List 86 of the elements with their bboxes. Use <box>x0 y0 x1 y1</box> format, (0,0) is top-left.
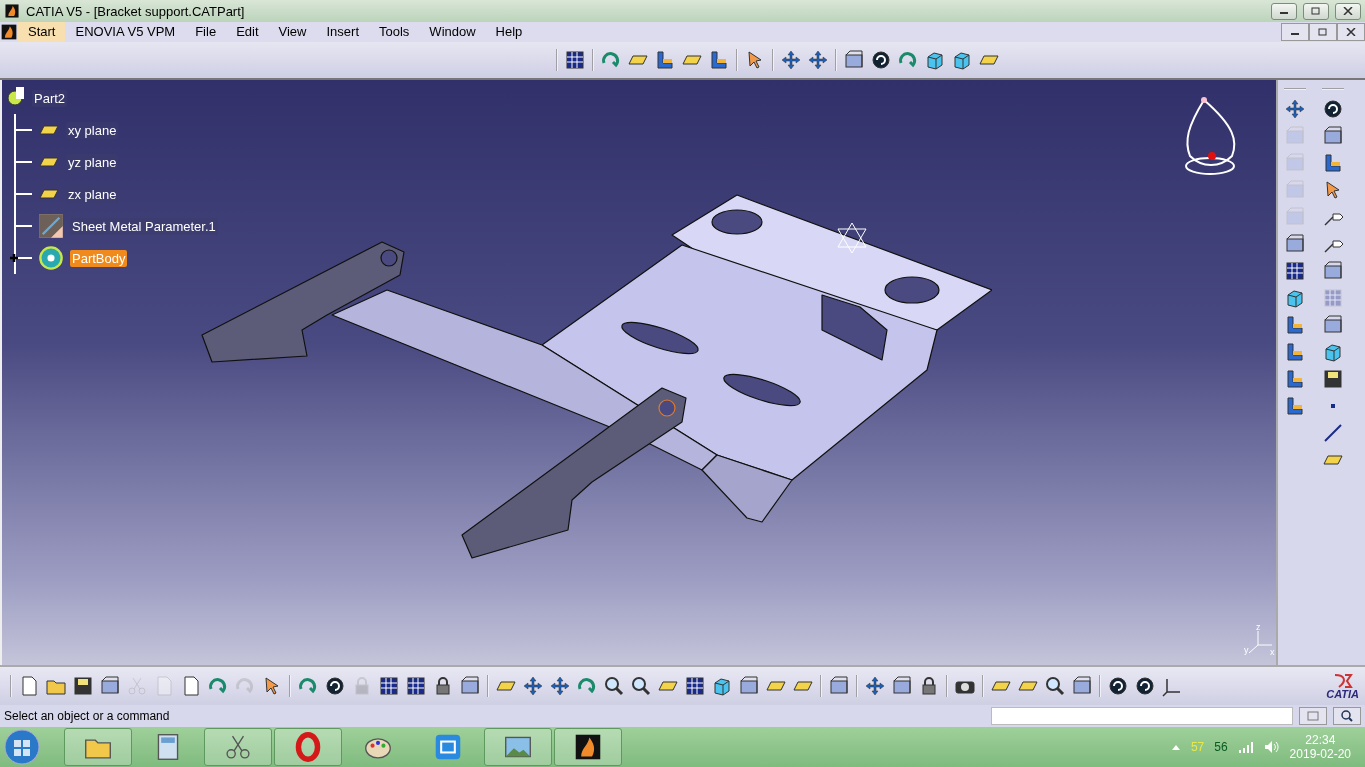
status-message: Select an object or a command <box>4 709 171 723</box>
grid-icon[interactable] <box>405 675 427 697</box>
tree-item[interactable]: Part2 <box>32 89 68 107</box>
four-way-arrows-icon[interactable] <box>1284 98 1306 120</box>
sheet-bracket-icon[interactable] <box>708 49 730 71</box>
box-icon[interactable] <box>1322 260 1344 282</box>
sheet-bracket-icon[interactable] <box>1284 341 1306 363</box>
magnifier-icon[interactable] <box>603 675 625 697</box>
sheet-bracket-icon[interactable] <box>1284 395 1306 417</box>
grid-icon[interactable] <box>684 675 706 697</box>
grid-icon[interactable] <box>1284 260 1306 282</box>
window-icon <box>1307 711 1319 721</box>
sheet-bracket-icon[interactable] <box>1322 152 1344 174</box>
search-icon <box>1341 710 1353 722</box>
box-icon[interactable] <box>99 675 121 697</box>
close-icon <box>1346 28 1356 36</box>
cube-icon[interactable] <box>1284 287 1306 309</box>
box-icon[interactable] <box>1322 314 1344 336</box>
command-field[interactable] <box>991 707 1293 725</box>
flame-icon <box>573 732 603 762</box>
restore-icon <box>1311 7 1321 15</box>
parameter-icon <box>38 213 64 239</box>
menu-item[interactable]: Insert <box>316 22 369 42</box>
swirl-icon[interactable] <box>324 675 346 697</box>
tray-reading: 57 <box>1190 740 1205 754</box>
clock-date: 2019-02-20 <box>1289 747 1351 761</box>
swirl-icon[interactable] <box>1322 98 1344 120</box>
four-way-arrows-icon[interactable] <box>807 49 829 71</box>
box-icon[interactable] <box>891 675 913 697</box>
window-title: CATIA V5 - [Bracket support.CATPart] <box>26 3 246 19</box>
logo-text: CATIA <box>1326 688 1359 700</box>
cube-icon[interactable] <box>1322 341 1344 363</box>
four-way-arrows-icon[interactable] <box>522 675 544 697</box>
box-icon[interactable] <box>738 675 760 697</box>
menu-item[interactable]: View <box>268 22 317 42</box>
restore-icon <box>1318 28 1328 36</box>
menu-item[interactable]: Start <box>18 22 66 42</box>
app-icon <box>4 3 20 19</box>
close-button[interactable] <box>1335 2 1361 20</box>
menu-item[interactable]: Help <box>485 22 533 42</box>
cube-icon[interactable] <box>951 49 973 71</box>
four-way-arrows-icon[interactable] <box>549 675 571 697</box>
menu-item[interactable]: Window <box>419 22 486 42</box>
3d-viewport[interactable]: Part2 xy plane yz plane zx plane Sheet Metal Parameter.1 PartBody z y x <box>0 80 1276 665</box>
swirl-icon[interactable] <box>870 49 892 71</box>
sheet-bracket-icon[interactable] <box>1284 368 1306 390</box>
box-icon[interactable] <box>843 49 865 71</box>
box-icon[interactable] <box>1284 233 1306 255</box>
screen-capture-icon <box>433 732 463 762</box>
close-icon <box>1343 7 1353 15</box>
four-way-arrows-icon[interactable] <box>780 49 802 71</box>
clock-time: 22:34 <box>1305 733 1336 747</box>
close-button[interactable] <box>1337 23 1365 41</box>
menu-item[interactable]: Edit <box>226 22 269 42</box>
axis-triad-drawing: z y x <box>1242 623 1276 657</box>
cube-icon[interactable] <box>711 675 733 697</box>
cube-icon[interactable] <box>924 49 946 71</box>
start-orb-icon[interactable] <box>2 728 42 766</box>
taskbar-button[interactable] <box>554 728 622 766</box>
line-icon[interactable] <box>1322 422 1344 444</box>
sheet-bracket-icon[interactable] <box>654 49 676 71</box>
tree-item[interactable]: xy plane <box>66 121 119 139</box>
grid-icon[interactable] <box>378 675 400 697</box>
magnifier-icon[interactable] <box>1044 675 1066 697</box>
box-icon[interactable] <box>828 675 850 697</box>
swirl-icon[interactable] <box>1134 675 1156 697</box>
box-icon[interactable] <box>1071 675 1093 697</box>
magnifier-icon[interactable] <box>630 675 652 697</box>
menu-item[interactable]: Tools <box>369 22 420 42</box>
box-icon[interactable] <box>1322 125 1344 147</box>
grid-icon[interactable] <box>564 49 586 71</box>
tray-reading: 56 <box>1214 740 1228 754</box>
axis-symbol-icon <box>835 221 869 255</box>
tree-item[interactable]: Sheet Metal Parameter.1 <box>70 217 218 235</box>
minimize-button[interactable] <box>1281 23 1309 41</box>
minimize-button[interactable] <box>1271 2 1297 20</box>
swirl-icon[interactable] <box>1107 675 1129 697</box>
box-icon[interactable] <box>459 675 481 697</box>
menu-item[interactable]: ENOVIA V5 VPM <box>65 22 186 42</box>
four-way-arrows-icon[interactable] <box>864 675 886 697</box>
sheet-bracket-icon[interactable] <box>1284 314 1306 336</box>
app-icon[interactable] <box>0 23 18 41</box>
ring-icon <box>293 732 323 762</box>
search-button[interactable] <box>1333 707 1361 725</box>
menu-item[interactable]: File <box>185 22 227 42</box>
tree-item[interactable]: zx plane <box>66 185 119 203</box>
